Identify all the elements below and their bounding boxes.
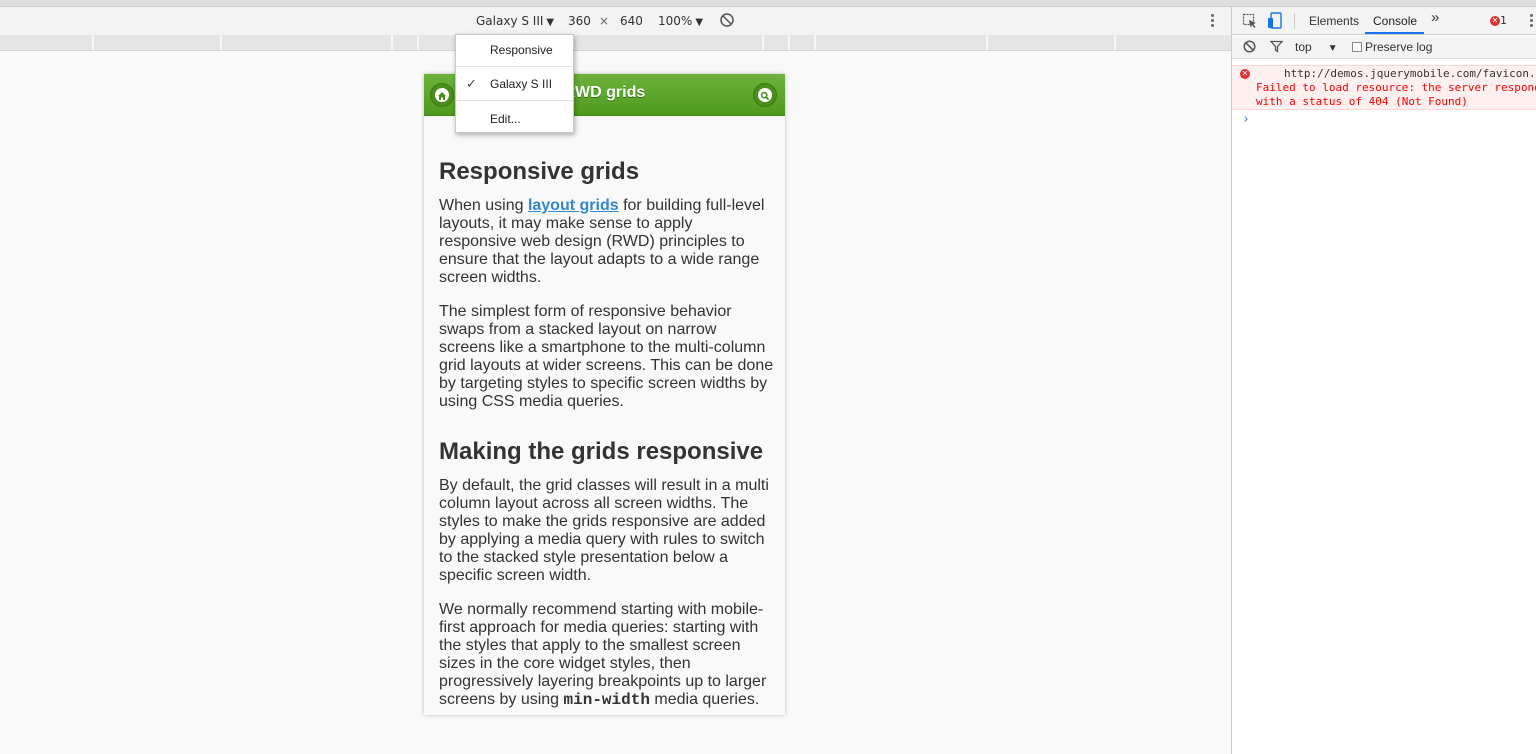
search-button[interactable] — [753, 83, 777, 107]
dimension-separator: × — [599, 14, 610, 28]
menu-item-galaxy-s3[interactable]: ✓ Galaxy S III — [456, 73, 573, 95]
context-select[interactable]: top ▼ — [1295, 40, 1338, 56]
section-heading: Making the grids responsive — [439, 438, 764, 465]
device-toolbar: Galaxy S III ▼ 360 × 640 100% ▼ — [0, 7, 1231, 35]
page-content: Responsive grids When using layout grids… — [439, 157, 774, 715]
menu-item-responsive[interactable]: Responsive — [456, 39, 573, 61]
width-input[interactable]: 360 — [568, 14, 591, 28]
tab-elements[interactable]: Elements — [1309, 14, 1359, 28]
chevron-down-icon: ▼ — [695, 17, 704, 28]
toolbar-divider — [1294, 13, 1295, 29]
device-select[interactable]: Galaxy S III ▼ — [476, 14, 554, 30]
error-icon: ✕ — [1240, 69, 1250, 79]
paragraph: We normally recommend starting with mobi… — [439, 601, 767, 709]
devtools-tabbar: Elements Console » ✕ 1 — [1232, 7, 1536, 35]
more-tabs-icon[interactable]: » — [1431, 10, 1439, 25]
layout-grids-link[interactable]: layout grids — [528, 197, 619, 214]
height-input[interactable]: 640 — [620, 14, 643, 28]
zoom-value: 100% — [658, 14, 693, 28]
tab-console[interactable]: Console — [1373, 14, 1417, 28]
media-query-ruler — [0, 35, 1231, 51]
search-icon — [758, 88, 772, 102]
devtools-panel: Elements Console » ✕ 1 top ▼ Preserve log … — [1231, 7, 1536, 754]
console-error-message: ✕ http://demos.jquerymobile.com/favicon.… — [1232, 65, 1536, 110]
paragraph: The simplest form of responsive behavior… — [439, 303, 774, 410]
error-icon: ✕ — [1490, 16, 1500, 26]
filter-icon[interactable] — [1269, 40, 1284, 56]
devtools-menu-icon[interactable] — [1530, 14, 1534, 29]
inline-code: min-width — [563, 691, 650, 709]
checkbox-box — [1352, 42, 1362, 52]
menu-item-label: Galaxy S III — [490, 77, 553, 91]
preserve-log-label: Preserve log — [1365, 40, 1433, 54]
zoom-select[interactable]: 100% ▼ — [658, 14, 703, 30]
section-heading: Responsive grids — [439, 158, 640, 185]
device-name: Galaxy S III — [476, 14, 544, 28]
inspect-element-icon[interactable] — [1242, 13, 1258, 32]
active-tab-indicator — [1365, 32, 1424, 34]
clear-console-icon[interactable] — [1243, 40, 1256, 56]
error-url-link[interactable]: http://demos.jquerymobile.com/favicon.ic… — [1284, 67, 1536, 81]
error-count-badge[interactable]: ✕ 1 — [1490, 14, 1507, 27]
preserve-log-checkbox[interactable]: Preserve log — [1352, 40, 1432, 54]
window-top-strip — [0, 0, 1536, 7]
device-mode-icon[interactable] — [1267, 12, 1283, 33]
paragraph: By default, the grid classes will result… — [439, 477, 769, 584]
more-options-icon[interactable] — [1211, 14, 1215, 29]
rotate-icon[interactable] — [719, 12, 735, 31]
device-dropdown-menu: Responsive ✓ Galaxy S III Edit... — [455, 34, 574, 133]
error-text: with a status of 404 (Not Found) — [1256, 95, 1468, 108]
chevron-down-icon: ▼ — [546, 17, 555, 28]
console-prompt-icon[interactable]: › — [1242, 112, 1250, 127]
menu-item-edit[interactable]: Edit... — [456, 108, 573, 130]
context-value: top — [1295, 40, 1312, 54]
checkmark-icon: ✓ — [466, 76, 477, 91]
menu-item-label: Responsive — [490, 43, 553, 57]
menu-divider — [456, 66, 573, 67]
menu-divider — [456, 100, 573, 101]
paragraph: When using layout grids for building ful… — [439, 197, 765, 286]
menu-item-label: Edit... — [490, 112, 521, 126]
device-viewport: RWD grids Responsive grids When using la… — [424, 74, 785, 715]
console-toolbar: top ▼ Preserve log — [1232, 36, 1536, 59]
chevron-down-icon: ▼ — [1327, 43, 1338, 54]
error-text: Failed to load resource: the server resp… — [1256, 81, 1536, 94]
